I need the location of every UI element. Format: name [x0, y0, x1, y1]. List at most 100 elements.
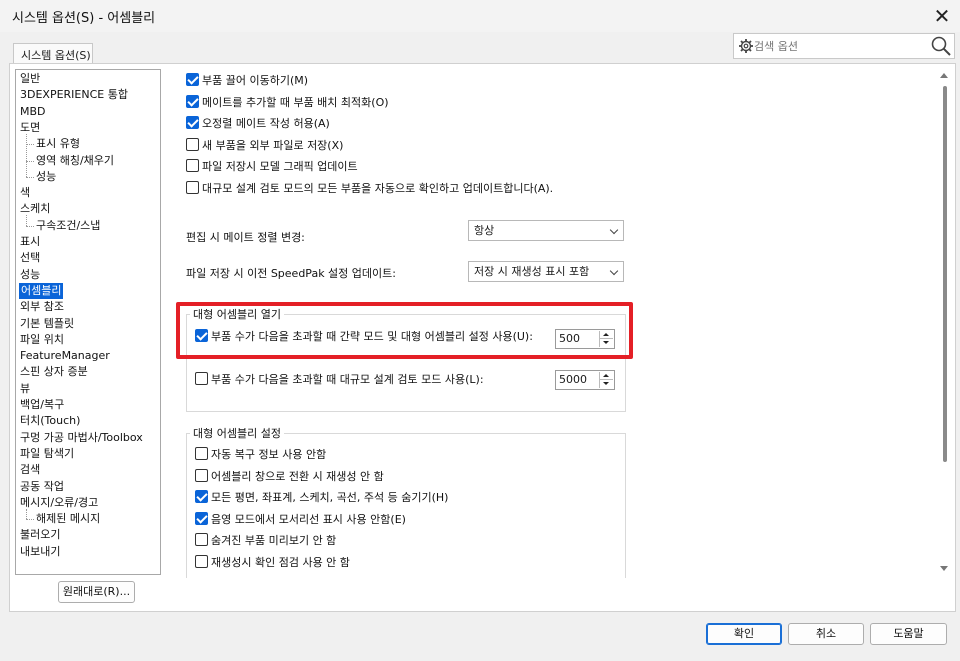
tree-item[interactable]: 선택	[20, 250, 40, 266]
scroll-thumb[interactable]	[943, 86, 947, 462]
option-checkbox-row[interactable]: 모든 평면, 좌표계, 스케치, 곡선, 주석 등 숨기기(H)	[195, 490, 448, 506]
tab-system-options[interactable]: 시스템 옵션(S)	[13, 43, 93, 65]
checkbox-label: 새 부품을 외부 파일로 저장(X)	[202, 138, 344, 152]
checkbox-label: 오정렬 메이트 작성 허용(A)	[202, 117, 330, 131]
checkbox-label: 메이트를 추가할 때 부품 배치 최적화(O)	[202, 95, 389, 109]
close-icon[interactable]: ✕	[928, 2, 956, 30]
reset-button-label: 원래대로(R)...	[62, 585, 131, 598]
spin-down-button[interactable]	[600, 380, 613, 388]
checkbox[interactable]	[195, 490, 208, 504]
option-checkbox-row[interactable]: 오정렬 메이트 작성 허용(A)	[186, 116, 330, 132]
checkbox[interactable]	[195, 555, 208, 568]
option-checkbox-row[interactable]: 재생성시 확인 점검 사용 안 함	[195, 555, 350, 571]
tree-item[interactable]: FeatureManager	[20, 348, 110, 364]
mate-align-label: 편집 시 메이트 정렬 변경:	[186, 231, 305, 244]
tree-item[interactable]: MBD	[20, 104, 46, 120]
checkbox[interactable]	[195, 447, 208, 460]
ok-button-label: 확인	[733, 627, 755, 640]
tree-item[interactable]: 일반	[20, 71, 40, 87]
checkbox-label: 재생성시 확인 점검 사용 안 함	[211, 556, 350, 569]
option-checkbox-row[interactable]: 자동 복구 정보 사용 안함	[195, 447, 326, 463]
tree-item[interactable]: 3DEXPERIENCE 통합	[20, 87, 128, 103]
option-checkbox-row[interactable]: 대규모 설계 검토 모드의 모든 부품을 자동으로 확인하고 업데이트합니다(A…	[186, 181, 553, 197]
tree-item[interactable]: 불러오기	[20, 527, 60, 543]
tree-item[interactable]: 스핀 상자 증분	[20, 364, 88, 380]
tree-item[interactable]: 구속조건/스냅	[36, 218, 100, 234]
tree-item[interactable]: 외부 참조	[20, 299, 64, 315]
tree-item[interactable]: 뷰	[20, 381, 30, 397]
tree-guide-line	[26, 133, 27, 177]
checkbox[interactable]	[195, 468, 208, 482]
tree-item[interactable]: 성능	[36, 169, 56, 185]
option-checkbox-row[interactable]: 음영 모드에서 모서리선 표시 사용 안함(E)	[195, 511, 406, 528]
checkbox[interactable]	[186, 159, 199, 173]
checkbox[interactable]	[186, 116, 199, 130]
ok-button[interactable]: 확인	[706, 623, 782, 645]
tree-item[interactable]: 도면	[20, 120, 40, 136]
options-tree[interactable]: 일반 3DEXPERIENCE 통합 MBD 도면 표시 유형 영역 해칭/채우기 성능 색 스…	[15, 69, 161, 575]
ldr-checkbox[interactable]	[195, 372, 208, 385]
tree-item[interactable]: 파일 위치	[20, 332, 64, 348]
chevron-down-icon	[609, 266, 619, 276]
tree-item[interactable]: 스케치	[20, 201, 50, 217]
option-checkbox-row[interactable]: 부품 끌어 이동하기(M)	[186, 73, 308, 89]
checkbox[interactable]	[186, 137, 199, 151]
tree-item[interactable]: 어셈블리	[19, 282, 64, 299]
tree-guide-line	[26, 176, 34, 178]
mate-align-value: 항상	[474, 224, 495, 237]
tree-item[interactable]: 파일 탐색기	[20, 446, 74, 462]
tree-item[interactable]: 해제된 메시지	[36, 511, 100, 527]
scroll-up-icon[interactable]	[940, 73, 948, 78]
tree-item[interactable]: 성능	[20, 267, 40, 283]
reset-button[interactable]: 원래대로(R)...	[58, 581, 135, 603]
option-checkbox-row[interactable]: 숨겨진 부품 미리보기 안 함	[195, 533, 336, 549]
tab-label: 시스템 옵션(S)	[21, 49, 91, 62]
tree-item[interactable]: 영역 해칭/채우기	[36, 153, 114, 169]
speedpak-dropdown[interactable]: 저장 시 재생성 표시 포함	[468, 261, 624, 282]
checkbox-label: 모든 평면, 좌표계, 스케치, 곡선, 주석 등 숨기기(H)	[211, 491, 449, 505]
tree-item[interactable]: 검색	[20, 462, 40, 478]
option-checkbox-row[interactable]: 파일 저장시 모델 그래픽 업데이트	[186, 159, 358, 175]
tree-item[interactable]: 메시지/오류/경고	[20, 495, 98, 511]
cancel-button[interactable]: 취소	[788, 623, 864, 645]
ldr-threshold-value: 5000	[559, 373, 587, 386]
tree-item[interactable]: 백업/복구	[20, 397, 64, 413]
checkbox-label: 대규모 설계 검토 모드의 모든 부품을 자동으로 확인하고 업데이트합니다(A…	[202, 182, 554, 195]
tree-item[interactable]: 내보내기	[20, 544, 60, 560]
option-checkbox-row[interactable]: 어셈블리 창으로 전환 시 재생성 안 함	[195, 468, 384, 485]
window-title: 시스템 옵션(S) - 어셈블리	[12, 11, 156, 26]
tree-item[interactable]: 색	[20, 185, 30, 201]
checkbox[interactable]	[186, 73, 199, 86]
tree-item[interactable]: 구멍 가공 마법사/Toolbox	[20, 430, 143, 446]
checkbox[interactable]	[186, 181, 199, 194]
cancel-button-label: 취소	[815, 627, 837, 640]
checkbox[interactable]	[186, 94, 199, 108]
ldr-option[interactable]: 부품 수가 다음을 초과할 때 대규모 설계 검토 모드 사용(L):	[195, 372, 484, 388]
scroll-down-icon[interactable]	[940, 566, 948, 571]
tree-item[interactable]: 공동 작업	[20, 479, 64, 495]
tree-item[interactable]: 터치(Touch)	[20, 413, 80, 429]
option-checkbox-row[interactable]: 새 부품을 외부 파일로 저장(X)	[186, 137, 344, 154]
checkbox[interactable]	[195, 511, 208, 525]
spin-up-button[interactable]	[600, 372, 613, 380]
tree-item[interactable]: 표시	[20, 234, 40, 250]
arrow-up-icon	[603, 374, 609, 377]
tree-item[interactable]: 표시 유형	[36, 136, 80, 152]
help-button[interactable]: 도움말	[870, 623, 947, 645]
highlight-box	[176, 302, 633, 359]
checkbox-label: 숨겨진 부품 미리보기 안 함	[211, 534, 337, 548]
speedpak-value: 저장 시 재생성 표시 포함	[474, 265, 590, 278]
option-checkbox-row[interactable]: 메이트를 추가할 때 부품 배치 최적화(O)	[186, 94, 389, 111]
search-input[interactable]	[754, 36, 924, 56]
tree-guide-line	[26, 519, 34, 521]
checkbox-label: 파일 저장시 모델 그래픽 업데이트	[202, 160, 358, 174]
gear-icon	[739, 39, 753, 53]
ldr-threshold-stepper[interactable]: 5000	[555, 370, 615, 390]
arrow-down-icon	[603, 382, 609, 385]
checkbox[interactable]	[195, 533, 208, 547]
search-icon[interactable]	[930, 35, 952, 57]
tree-guide-line	[26, 215, 27, 226]
search-box[interactable]	[733, 33, 955, 59]
tree-item[interactable]: 기본 템플릿	[20, 316, 74, 332]
mate-align-dropdown[interactable]: 항상	[468, 220, 624, 241]
